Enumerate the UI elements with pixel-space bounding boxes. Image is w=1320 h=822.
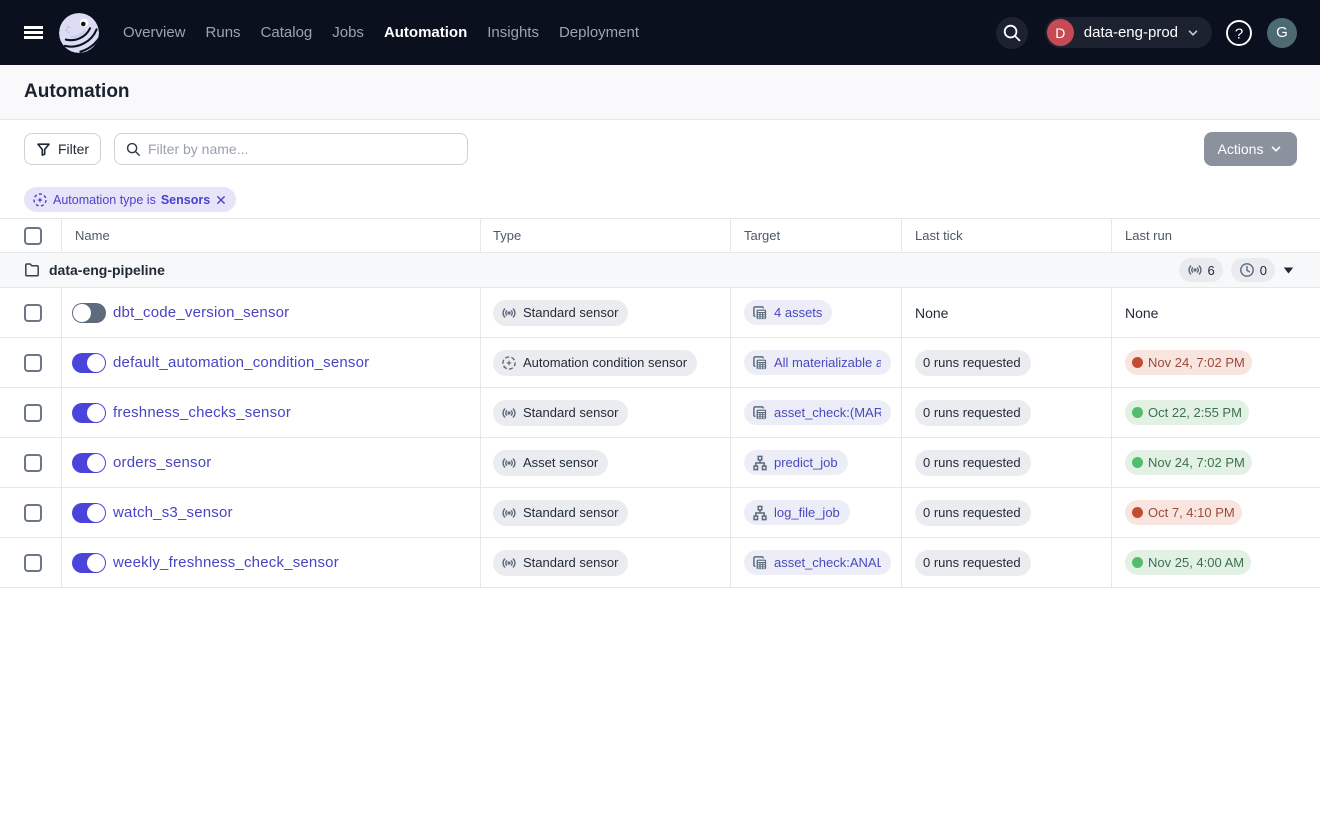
svg-text:?: ?	[1235, 25, 1243, 42]
